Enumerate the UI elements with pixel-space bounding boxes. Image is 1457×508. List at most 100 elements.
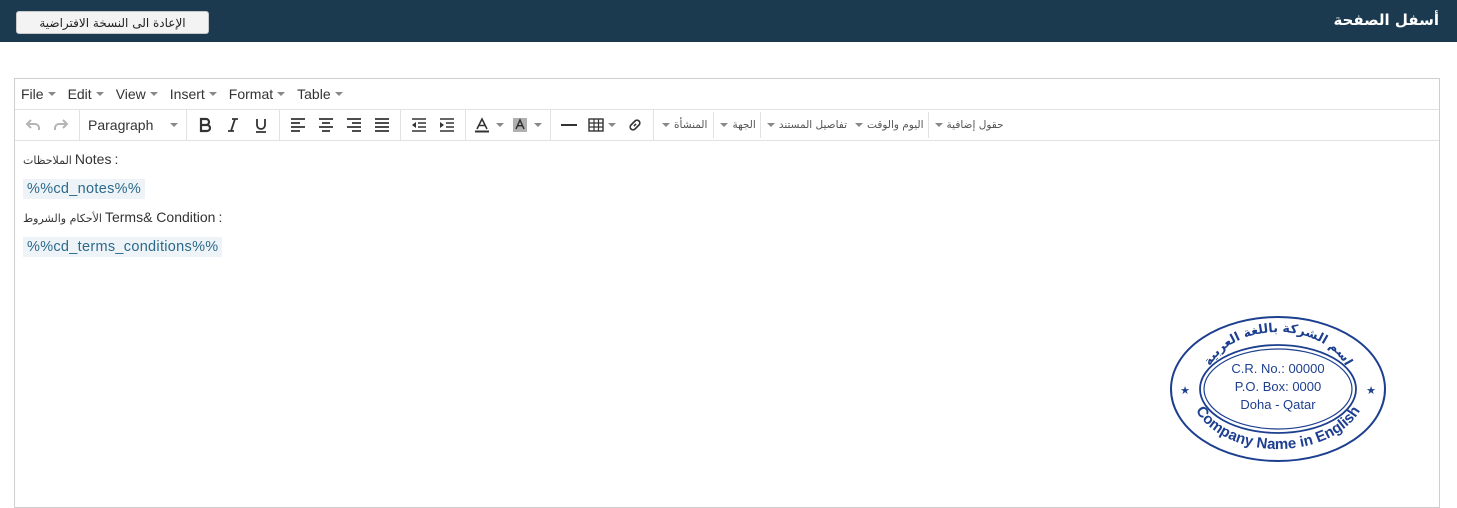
star-icon: ★: [1180, 384, 1190, 397]
align-justify-button[interactable]: [368, 112, 396, 138]
terms-label-line: الأحكام والشروط Terms& Condition :: [23, 209, 1431, 225]
party-menu-button[interactable]: الجهة: [713, 112, 759, 138]
additional-fields-menu-label: حقول إضافية: [946, 119, 1004, 131]
bold-button[interactable]: [191, 112, 219, 138]
align-right-icon: [347, 118, 361, 132]
chevron-down-icon: [534, 123, 542, 127]
bold-icon: [199, 117, 212, 133]
menu-table-label: Table: [297, 86, 331, 102]
alignment-group: [280, 109, 401, 141]
stamp-cr-line: C.R. No.: 00000: [1231, 361, 1324, 376]
redo-icon: [54, 119, 69, 130]
outdent-button[interactable]: [405, 112, 433, 138]
link-icon: [629, 119, 641, 131]
underline-icon: [256, 119, 266, 133]
chevron-down-icon: [720, 123, 729, 127]
terms-label-english: Terms& Condition: [104, 209, 216, 225]
editor-menubar: File Edit View Insert Format Table: [15, 79, 1439, 110]
section-header: أسفل الصفحة الإعادة الى النسخة الافتراضي…: [0, 0, 1457, 42]
menu-insert[interactable]: Insert: [170, 86, 217, 102]
chevron-down-icon: [334, 92, 343, 96]
undo-button[interactable]: [19, 112, 47, 138]
align-left-icon: [291, 118, 305, 132]
align-right-button[interactable]: [340, 112, 368, 138]
italic-icon: [228, 118, 238, 132]
text-style-group: [187, 109, 280, 141]
custom-fields-group: المنشأة الجهة تفاصيل المستند اليوم والوق…: [654, 110, 1012, 141]
reset-to-default-button[interactable]: الإعادة الى النسخة الافتراضية: [16, 11, 209, 34]
establishment-menu-label: المنشأة: [674, 119, 708, 131]
date-time-menu-label: اليوم والوقت: [867, 119, 924, 131]
terms-placeholder-line: %%cd_terms_conditions%%: [23, 237, 1431, 257]
indent-button[interactable]: [433, 112, 461, 138]
align-center-icon: [319, 118, 333, 132]
date-time-menu-button[interactable]: اليوم والوقت: [851, 112, 928, 138]
menu-edit-label: Edit: [67, 86, 92, 102]
notes-label-arabic: الملاحظات: [23, 154, 72, 167]
block-format-value: Paragraph: [88, 117, 154, 133]
rich-text-editor: File Edit View Insert Format Table Parag…: [14, 78, 1440, 508]
section-title: أسفل الصفحة: [1333, 11, 1439, 29]
notes-colon: :: [114, 151, 119, 167]
underline-button[interactable]: [247, 112, 275, 138]
outdent-icon: [412, 118, 426, 132]
menu-view-label: View: [115, 86, 146, 102]
menu-view[interactable]: View: [116, 86, 158, 102]
indent-icon: [440, 118, 454, 132]
background-color-icon: [513, 118, 527, 132]
block-format-group: Paragraph: [80, 109, 187, 141]
align-center-button[interactable]: [312, 112, 340, 138]
notes-label-english: Notes: [74, 151, 112, 167]
menu-edit[interactable]: Edit: [68, 86, 104, 102]
company-stamp-image: اسم الشركة باللغة العربية Company Name i…: [1170, 316, 1386, 462]
history-group: [15, 109, 80, 141]
align-justify-icon: [375, 118, 389, 132]
table-icon: [588, 118, 604, 132]
stamp-city-line: Doha - Qatar: [1240, 397, 1316, 412]
indent-group: [401, 109, 466, 141]
chevron-down-icon: [855, 123, 864, 127]
menu-file-label: File: [21, 86, 44, 102]
chevron-down-icon: [95, 92, 104, 96]
chevron-down-icon: [277, 92, 286, 96]
text-color-icon: [475, 117, 489, 133]
align-left-button[interactable]: [284, 112, 312, 138]
notes-placeholder-token[interactable]: %%cd_notes%%: [23, 179, 146, 199]
menu-format[interactable]: Format: [228, 86, 286, 102]
block-format-select[interactable]: Paragraph: [84, 117, 182, 133]
chevron-down-icon: [662, 123, 670, 127]
horizontal-line-icon: [561, 124, 577, 126]
horizontal-line-button[interactable]: [555, 112, 583, 138]
chevron-down-icon: [934, 123, 943, 127]
menu-table[interactable]: Table: [297, 86, 343, 102]
additional-fields-menu-button[interactable]: حقول إضافية: [927, 112, 1008, 138]
table-button[interactable]: [583, 112, 621, 138]
link-button[interactable]: [621, 112, 649, 138]
insert-group: [551, 109, 654, 141]
undo-icon: [25, 119, 40, 130]
background-color-button[interactable]: [508, 112, 546, 138]
establishment-menu-button[interactable]: المنشأة: [658, 112, 711, 138]
terms-label-arabic: الأحكام والشروط: [23, 212, 102, 225]
menu-format-label: Format: [228, 86, 274, 102]
notes-label-line: الملاحظات Notes :: [23, 151, 1431, 167]
editor-toolbar: Paragraph المنشأة الجهة تفاصيل المستند ا…: [15, 109, 1439, 141]
chevron-down-icon: [208, 92, 217, 96]
terms-placeholder-token[interactable]: %%cd_terms_conditions%%: [23, 237, 223, 257]
party-menu-label: الجهة: [732, 119, 756, 131]
document-details-menu-button[interactable]: تفاصيل المستند: [759, 112, 851, 138]
text-color-button[interactable]: [470, 112, 508, 138]
document-details-menu-label: تفاصيل المستند: [778, 119, 848, 131]
chevron-down-icon: [608, 123, 616, 127]
chevron-down-icon: [170, 123, 178, 127]
redo-button[interactable]: [47, 112, 75, 138]
chevron-down-icon: [47, 92, 56, 96]
color-group: [466, 109, 551, 141]
menu-file[interactable]: File: [21, 86, 56, 102]
menu-insert-label: Insert: [169, 86, 205, 102]
chevron-down-icon: [496, 123, 504, 127]
notes-placeholder-line: %%cd_notes%%: [23, 179, 1431, 199]
italic-button[interactable]: [219, 112, 247, 138]
stamp-po-line: P.O. Box: 0000: [1235, 379, 1322, 394]
chevron-down-icon: [766, 123, 775, 127]
